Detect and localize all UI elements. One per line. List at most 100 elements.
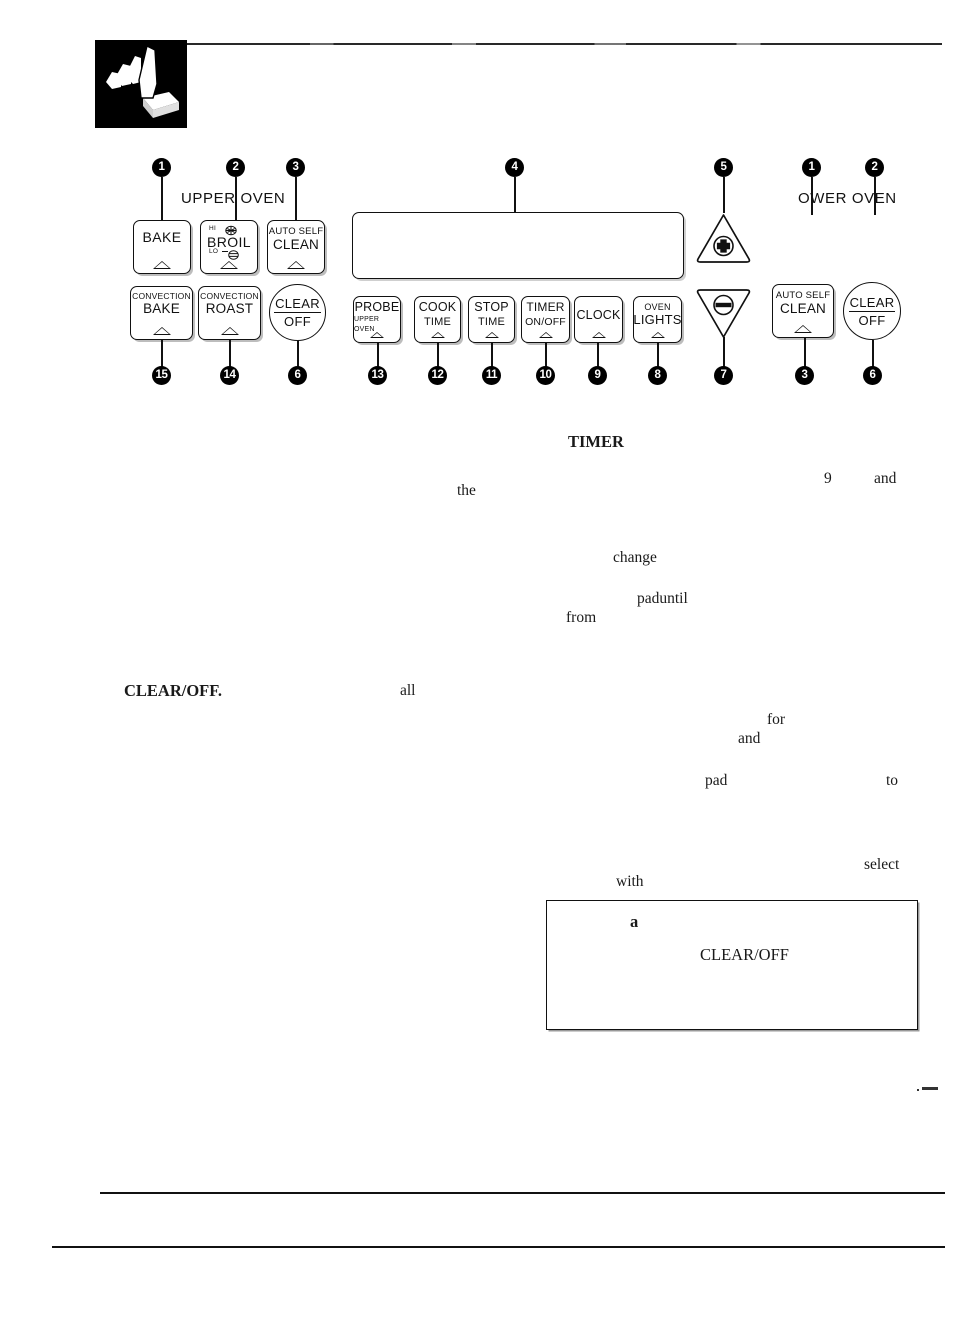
key-convection-bake-indicator-inner	[154, 327, 169, 334]
callout-1-lower: 1	[802, 158, 821, 177]
callout-4-display: 4	[505, 158, 524, 177]
callout-13: 13	[368, 366, 387, 385]
key-broil[interactable]: HI BROIL LO	[200, 220, 258, 274]
page-corner-mark	[922, 1087, 938, 1090]
key-bake[interactable]: BAKE	[133, 220, 191, 274]
key-oven-lights-line2: LIGHTS	[633, 312, 682, 327]
text-fragment-12: to	[886, 772, 899, 789]
hi-broil-sun-icon	[225, 223, 237, 241]
leader-line-3-lower	[804, 338, 806, 368]
text-fragment-13: select	[864, 856, 900, 873]
text-fragment-9: for	[767, 711, 786, 728]
leader-line-2-upper	[235, 177, 237, 220]
leader-line-11	[491, 343, 493, 368]
key-probe-line1: PROBE	[354, 300, 400, 314]
note-fragment-1: CLEAR/OFF	[700, 945, 789, 964]
bottom-horizontal-rule-2	[52, 1246, 945, 1248]
key-oven-lights[interactable]: OVEN LIGHTS	[633, 296, 682, 343]
increase-temperature-pad[interactable]	[695, 212, 752, 264]
key-clear-off-lower[interactable]: CLEAR OFF	[843, 282, 901, 340]
text-fragment-4: change	[613, 549, 657, 566]
key-auto-self-clean-lower[interactable]: AUTO SELF CLEAN	[772, 284, 834, 338]
key-convection-bake[interactable]: CONVECTION BAKE	[130, 286, 193, 340]
callout-9: 9	[588, 366, 607, 385]
upper-oven-label: UPPER OVEN	[181, 190, 286, 207]
key-convection-bake-line1: CONVECTION	[132, 291, 191, 301]
key-stop-time-line2: TIME	[477, 316, 506, 328]
key-convection-roast-line1: CONVECTION	[200, 291, 259, 301]
key-auto-self-clean-lower-line2: CLEAN	[779, 301, 826, 316]
note-callout-box	[546, 900, 918, 1030]
text-fragment-2: and	[874, 470, 897, 487]
key-cook-time[interactable]: COOK TIME	[414, 296, 461, 343]
top-horizontal-rule	[152, 43, 942, 45]
callout-6-lower: 6	[863, 366, 882, 385]
text-fragment-7: CLEAR/OFF.	[124, 681, 222, 700]
key-broil-indicator-inner	[222, 261, 236, 268]
key-oven-lights-line1: OVEN	[644, 302, 671, 312]
key-auto-self-clean-upper[interactable]: AUTO SELF CLEAN	[267, 220, 325, 274]
callout-2-upper: 2	[226, 158, 245, 177]
key-convection-roast-indicator-inner	[222, 327, 237, 334]
callout-6-upper: 6	[288, 366, 307, 385]
broil-hi-label: HI	[209, 225, 217, 232]
key-convection-roast[interactable]: CONVECTION ROAST	[198, 286, 261, 340]
callout-1-upper: 1	[152, 158, 171, 177]
callout-10: 10	[536, 366, 555, 385]
key-auto-self-clean-upper-line1: AUTO SELF	[268, 226, 324, 237]
callout-3-lower: 3	[795, 366, 814, 385]
leader-line-13	[377, 343, 379, 368]
key-cook-time-indicator-inner	[432, 333, 443, 337]
note-fragment-0: a	[630, 912, 639, 931]
key-probe[interactable]: PROBE UPPER OVEN	[353, 296, 401, 343]
callout-14: 14	[220, 366, 239, 385]
digital-display-window	[352, 212, 684, 279]
broil-lo-label: LO	[209, 248, 219, 255]
text-fragment-1: 9	[824, 470, 832, 487]
bottom-horizontal-rule-1	[100, 1192, 945, 1194]
key-clear-off-lower-line2: OFF	[858, 312, 886, 328]
key-convection-bake-line2: BAKE	[143, 301, 180, 316]
leader-line-7	[723, 337, 725, 368]
key-cook-time-line2: TIME	[423, 316, 452, 328]
leader-line-1-lower	[811, 177, 813, 215]
key-stop-time[interactable]: STOP TIME	[468, 296, 515, 343]
leader-line-10	[545, 343, 547, 368]
key-stop-time-indicator-inner	[486, 333, 497, 337]
key-auto-self-clean-upper-line2: CLEAN	[272, 237, 319, 252]
key-clock-label: CLOCK	[576, 308, 621, 322]
key-auto-self-clean-lower-indicator-inner	[796, 325, 810, 332]
key-timer-on-off-indicator-inner	[540, 333, 551, 337]
text-fragment-11: pad	[705, 772, 728, 789]
decrease-temperature-pad[interactable]	[695, 288, 752, 340]
leader-line-6-upper	[297, 340, 299, 368]
key-clear-off-lower-line1: CLEAR	[848, 294, 896, 312]
key-timer-on-off-line1: TIMER	[526, 300, 565, 314]
key-clear-off-upper[interactable]: CLEAR OFF	[269, 284, 326, 341]
callout-2-lower: 2	[865, 158, 884, 177]
callout-8: 8	[648, 366, 667, 385]
text-fragment-0: TIMER	[568, 432, 624, 451]
text-fragment-14: with	[616, 873, 644, 890]
text-fragment-8: all	[400, 682, 416, 699]
callout-12: 12	[428, 366, 447, 385]
leader-line-1-upper	[161, 177, 163, 225]
callout-15: 15	[152, 366, 171, 385]
leader-line-8	[657, 343, 659, 368]
key-bake-indicator-inner	[155, 261, 169, 268]
text-fragment-5: paduntil	[637, 590, 688, 607]
leader-line-9	[597, 343, 599, 368]
page-corner-dot	[917, 1089, 919, 1091]
text-fragment-6: from	[566, 609, 597, 626]
leader-line-3-upper	[295, 177, 297, 225]
key-cook-time-line1: COOK	[418, 300, 457, 314]
callout-5-increase: 5	[714, 158, 733, 177]
leader-line-4	[514, 177, 516, 212]
key-convection-roast-line2: ROAST	[205, 301, 254, 316]
leader-line-5	[723, 177, 725, 213]
callout-7-decrease: 7	[714, 366, 733, 385]
key-clear-off-upper-line1: CLEAR	[274, 296, 321, 313]
key-timer-on-off[interactable]: TIMER ON/OFF	[521, 296, 570, 343]
key-clock[interactable]: CLOCK	[574, 296, 623, 343]
key-probe-indicator-inner	[372, 333, 382, 337]
